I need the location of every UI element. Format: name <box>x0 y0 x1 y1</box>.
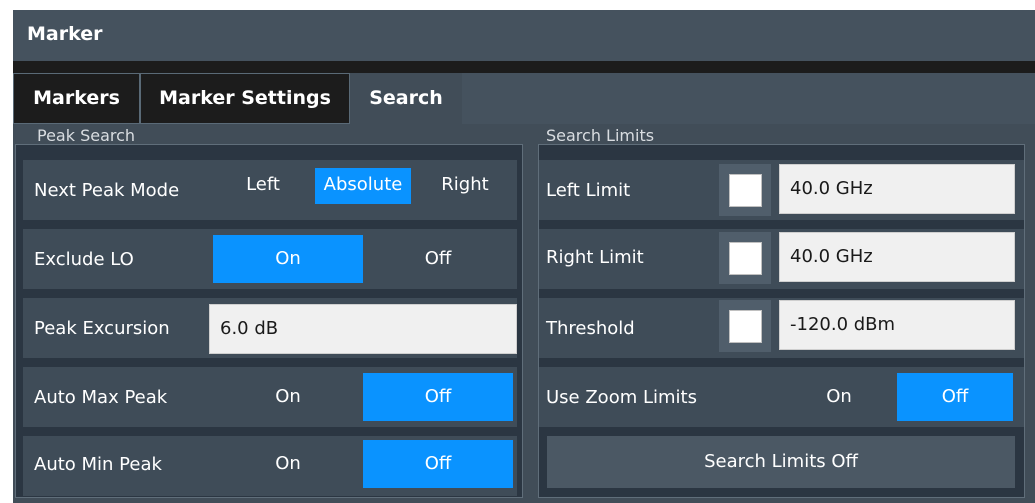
use-zoom-limits-label: Use Zoom Limits <box>546 387 697 408</box>
right-limit-checkbox[interactable] <box>729 242 762 275</box>
auto-min-peak-label: Auto Min Peak <box>34 454 162 475</box>
exclude-lo-off-text: Off <box>424 248 452 269</box>
threshold-label: Threshold <box>546 318 635 339</box>
auto-min-peak-off-button[interactable]: Off <box>363 440 513 488</box>
exclude-lo-label: Exclude LO <box>34 249 134 270</box>
right-limit-field[interactable]: 40.0 GHz <box>779 232 1015 282</box>
tab-markers-label: Markers <box>33 87 120 109</box>
auto-min-peak-on-button[interactable]: On <box>213 440 363 488</box>
right-limit-label: Right Limit <box>546 247 644 268</box>
search-limits-off-button[interactable]: Search Limits Off <box>547 436 1015 488</box>
marker-dialog: Marker Markers Marker Settings Search Pe… <box>13 10 1035 503</box>
next-peak-absolute-option[interactable]: Absolute <box>315 168 411 204</box>
auto-max-peak-off-button[interactable]: Off <box>363 373 513 421</box>
left-limit-label: Left Limit <box>546 180 631 201</box>
next-peak-right-option[interactable]: Right <box>415 168 515 204</box>
auto-min-peak-off-text: Off <box>424 453 452 474</box>
left-limit-value: 40.0 GHz <box>790 178 873 199</box>
use-zoom-limits-on-text: On <box>826 386 852 407</box>
tab-strip-background <box>462 73 1035 124</box>
next-peak-absolute-text: Absolute <box>323 174 403 195</box>
next-peak-left-text: Left <box>246 174 280 195</box>
threshold-field[interactable]: -120.0 dBm <box>779 300 1015 350</box>
auto-min-peak-on-text: On <box>275 453 301 474</box>
threshold-value: -120.0 dBm <box>790 314 896 335</box>
use-zoom-limits-off-text: Off <box>941 386 969 407</box>
tab-marker-settings-label: Marker Settings <box>159 87 331 109</box>
peak-search-title: Peak Search <box>37 126 136 145</box>
exclude-lo-on-text: On <box>275 248 301 269</box>
auto-max-peak-off-text: Off <box>424 386 452 407</box>
tab-marker-settings[interactable]: Marker Settings <box>140 73 350 124</box>
next-peak-right-text: Right <box>441 174 489 195</box>
search-limits-off-text: Search Limits Off <box>704 451 858 472</box>
exclude-lo-off-button[interactable]: Off <box>363 235 513 283</box>
tab-markers[interactable]: Markers <box>13 73 140 124</box>
search-tab-content: Peak Search Next Peak Mode Left Absolute… <box>13 124 1035 503</box>
auto-max-peak-on-text: On <box>275 386 301 407</box>
use-zoom-limits-on-button[interactable]: On <box>781 373 897 421</box>
next-peak-mode-label: Next Peak Mode <box>34 180 180 201</box>
next-peak-left-option[interactable]: Left <box>217 168 309 204</box>
use-zoom-limits-off-button[interactable]: Off <box>897 373 1013 421</box>
auto-max-peak-label: Auto Max Peak <box>34 387 168 408</box>
search-limits-title: Search Limits <box>546 126 655 145</box>
left-limit-checkbox[interactable] <box>729 174 762 207</box>
right-limit-value: 40.0 GHz <box>790 246 873 267</box>
title-bar: Marker <box>13 10 1035 61</box>
tab-search-label: Search <box>369 87 443 109</box>
peak-excursion-field[interactable]: 6.0 dB <box>209 304 517 354</box>
threshold-checkbox[interactable] <box>729 310 762 343</box>
background-strip <box>0 0 13 503</box>
tab-search[interactable]: Search <box>350 73 462 125</box>
exclude-lo-on-button[interactable]: On <box>213 235 363 283</box>
dialog-title: Marker <box>27 23 103 45</box>
auto-max-peak-on-button[interactable]: On <box>213 373 363 421</box>
left-limit-field[interactable]: 40.0 GHz <box>779 164 1015 214</box>
peak-excursion-label: Peak Excursion <box>34 318 170 339</box>
peak-excursion-value: 6.0 dB <box>220 318 279 339</box>
